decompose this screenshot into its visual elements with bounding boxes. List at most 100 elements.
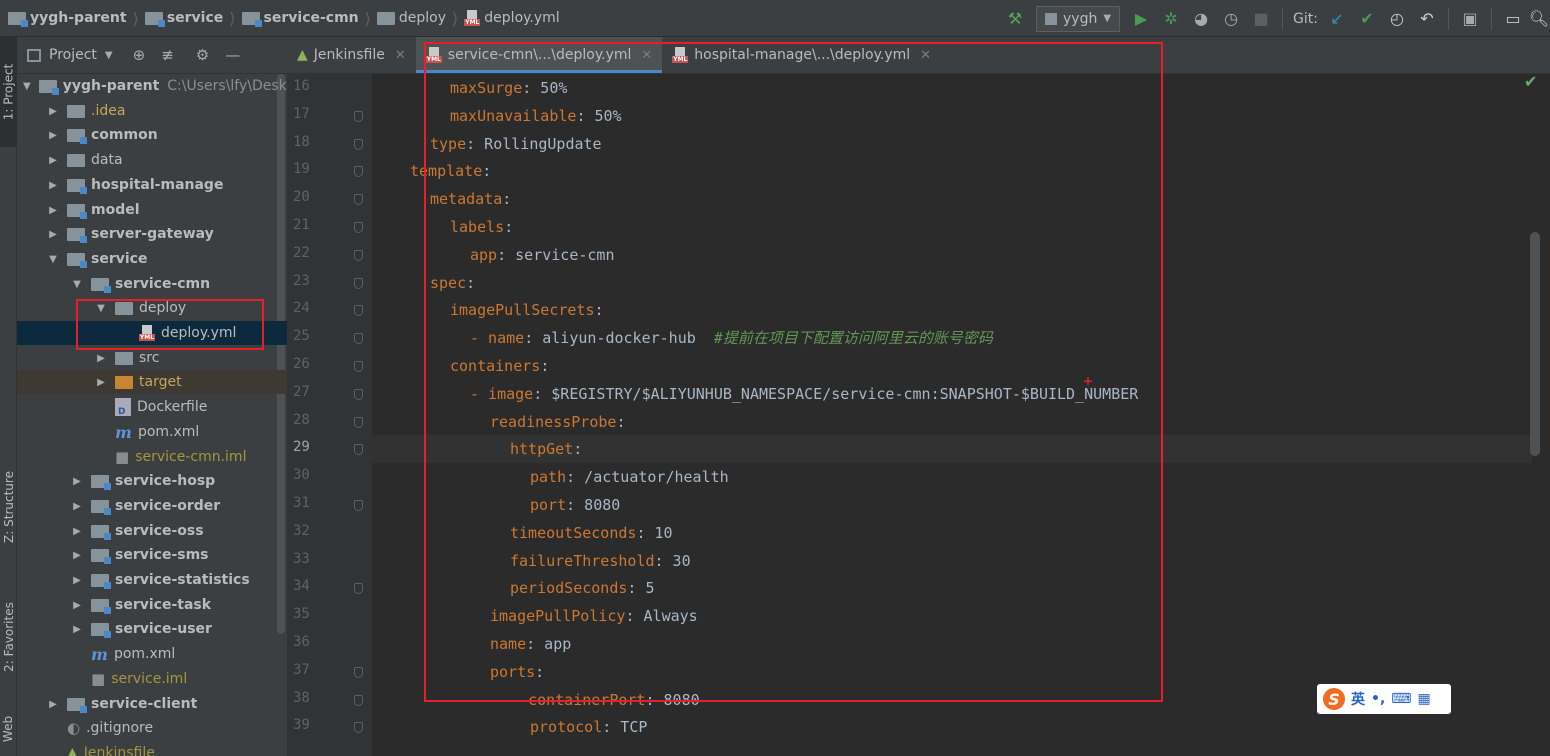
fold-marker-icon[interactable] — [354, 222, 363, 233]
code-line[interactable]: maxUnavailable: 50% — [372, 102, 1532, 130]
code-line[interactable]: spec: — [372, 269, 1532, 297]
code-line[interactable]: - name: aliyun-docker-hub #提前在项目下配置访问阿里云… — [372, 324, 1532, 352]
ime-punctuation[interactable]: •, — [1371, 691, 1385, 707]
ime-toolbar[interactable]: S 英 •, ⌨︎ ▦ — [1317, 684, 1451, 714]
code-line[interactable]: containers: — [372, 352, 1532, 380]
fold-marker-icon[interactable] — [354, 667, 363, 678]
tree-node[interactable]: ▶ service-client — [17, 692, 287, 716]
collapse-all-icon[interactable]: ≢ — [157, 46, 178, 64]
collapsed-arrow-icon[interactable]: ▶ — [71, 624, 83, 635]
collapsed-arrow-icon[interactable]: ▶ — [95, 353, 107, 364]
code-line[interactable]: protocol: TCP — [372, 713, 1532, 741]
fold-marker-icon[interactable] — [354, 500, 363, 511]
fold-marker-icon[interactable] — [354, 250, 363, 261]
close-icon[interactable]: ✕ — [395, 48, 406, 63]
tree-node[interactable]: ▶ src — [17, 346, 287, 370]
tree-node[interactable]: ■ service.iml — [17, 667, 287, 691]
keyboard-icon[interactable]: ⌨︎ — [1391, 691, 1411, 707]
tree-node[interactable]: ▶ hospital-manage — [17, 173, 287, 197]
ime-language[interactable]: 英 — [1351, 689, 1365, 709]
tree-node[interactable]: m pom.xml — [17, 420, 287, 444]
fold-marker-icon[interactable] — [354, 389, 363, 400]
code-line[interactable]: type: RollingUpdate — [372, 130, 1532, 158]
code-line[interactable]: port: 8080 — [372, 491, 1532, 519]
profile-icon[interactable]: ◷ — [1216, 4, 1246, 34]
tree-node[interactable]: Dockerfile — [17, 395, 287, 419]
fold-marker-icon[interactable] — [354, 361, 363, 372]
git-update-icon[interactable]: ↙ — [1322, 4, 1352, 34]
tree-node[interactable]: ◐ .gitignore — [17, 716, 287, 740]
project-view-select[interactable]: Project — [49, 47, 97, 63]
collapsed-arrow-icon[interactable]: ▶ — [47, 155, 59, 166]
code-line[interactable]: readinessProbe: — [372, 408, 1532, 436]
tree-node[interactable]: ▶ .idea — [17, 99, 287, 123]
breadcrumb-item[interactable]: YML deploy.yml — [460, 10, 563, 26]
code-line[interactable]: failureThreshold: 30 — [372, 547, 1532, 575]
fold-marker-icon[interactable] — [354, 722, 363, 733]
tree-node[interactable]: YML deploy.yml — [17, 321, 287, 345]
fold-marker-icon[interactable] — [354, 695, 363, 706]
tree-node[interactable]: ▶ model — [17, 198, 287, 222]
code-line[interactable]: maxSurge: 50% — [372, 74, 1532, 102]
inspection-ok-icon[interactable]: ✔ — [1524, 72, 1537, 91]
collapsed-arrow-icon[interactable]: ▶ — [71, 550, 83, 561]
code-line[interactable]: imagePullPolicy: Always — [372, 602, 1532, 630]
collapsed-arrow-icon[interactable]: ▶ — [71, 575, 83, 586]
hide-panel-icon[interactable]: — — [221, 46, 244, 64]
project-tool-tab[interactable]: 1: Project — [0, 37, 17, 147]
fold-marker-icon[interactable] — [354, 278, 363, 289]
code-line[interactable]: httpGet: — [372, 435, 1532, 463]
structure-tool-tab[interactable]: Z: Structure — [0, 452, 17, 562]
code-line[interactable]: periodSeconds: 5 — [372, 574, 1532, 602]
tree-node[interactable]: ▼ yygh-parent C:\Users\lfy\Deskto — [17, 74, 287, 98]
search-icon[interactable]: 🔍︎ — [1528, 4, 1550, 34]
tree-node[interactable]: ▶ data — [17, 148, 287, 172]
tree-node[interactable]: ▶ target — [17, 370, 287, 394]
fold-marker-icon[interactable] — [354, 305, 363, 316]
chevron-down-icon[interactable]: ▼ — [105, 50, 113, 61]
tree-node[interactable]: m pom.xml — [17, 642, 287, 666]
breadcrumb-item[interactable]: yygh-parent — [4, 10, 131, 27]
collapsed-arrow-icon[interactable]: ▶ — [47, 699, 59, 710]
collapsed-arrow-icon[interactable]: ▶ — [47, 229, 59, 240]
fold-marker-icon[interactable] — [354, 194, 363, 205]
project-structure-icon[interactable]: ▣ — [1455, 4, 1485, 34]
expanded-arrow-icon[interactable]: ▼ — [23, 81, 31, 92]
expanded-arrow-icon[interactable]: ▼ — [71, 279, 83, 290]
tree-node[interactable]: ▼ deploy — [17, 296, 287, 320]
favorites-tool-tab[interactable]: 2: Favorites — [0, 582, 17, 692]
collapsed-arrow-icon[interactable]: ▶ — [71, 600, 83, 611]
code-line[interactable]: imagePullSecrets: — [372, 296, 1532, 324]
code-line[interactable]: template: — [372, 157, 1532, 185]
collapsed-arrow-icon[interactable]: ▶ — [47, 180, 59, 191]
tree-node[interactable]: ▼ service — [17, 247, 287, 271]
editor-scrollbar[interactable] — [1530, 232, 1540, 456]
breadcrumb-item[interactable]: deploy — [373, 10, 450, 26]
code-line[interactable]: name: app — [372, 630, 1532, 658]
code-line[interactable]: app: service-cmn — [372, 241, 1532, 269]
code-line[interactable]: timeoutSeconds: 10 — [372, 519, 1532, 547]
coverage-icon[interactable]: ◕ — [1186, 4, 1216, 34]
debug-icon[interactable]: ✲ — [1156, 4, 1186, 34]
tree-node[interactable]: ▼ service-cmn — [17, 272, 287, 296]
collapsed-arrow-icon[interactable]: ▶ — [47, 106, 59, 117]
fold-marker-icon[interactable] — [354, 417, 363, 428]
breadcrumb-item[interactable]: service-cmn — [238, 10, 363, 27]
collapsed-arrow-icon[interactable]: ▶ — [71, 476, 83, 487]
tree-node[interactable]: ▲ Jenkinsfile — [17, 741, 287, 756]
collapsed-arrow-icon[interactable]: ▶ — [47, 205, 59, 216]
tree-node[interactable]: ▶ service-hosp — [17, 469, 287, 493]
fold-marker-icon[interactable] — [354, 333, 363, 344]
close-icon[interactable]: ✕ — [641, 48, 652, 63]
tree-node[interactable]: ▶ service-task — [17, 593, 287, 617]
fold-marker-icon[interactable] — [354, 583, 363, 594]
git-history-icon[interactable]: ◴ — [1382, 4, 1412, 34]
tree-node[interactable]: ▶ service-sms — [17, 543, 287, 567]
stop-icon[interactable]: ■ — [1246, 4, 1276, 34]
breadcrumb-item[interactable]: service — [141, 10, 227, 27]
fold-marker-icon[interactable] — [354, 444, 363, 455]
expanded-arrow-icon[interactable]: ▼ — [47, 254, 59, 265]
editor-tab[interactable]: YML service-cmn\...\deploy.yml ✕ — [415, 37, 663, 73]
fold-marker-icon[interactable] — [354, 139, 363, 150]
code-line[interactable]: path: /actuator/health — [372, 463, 1532, 491]
